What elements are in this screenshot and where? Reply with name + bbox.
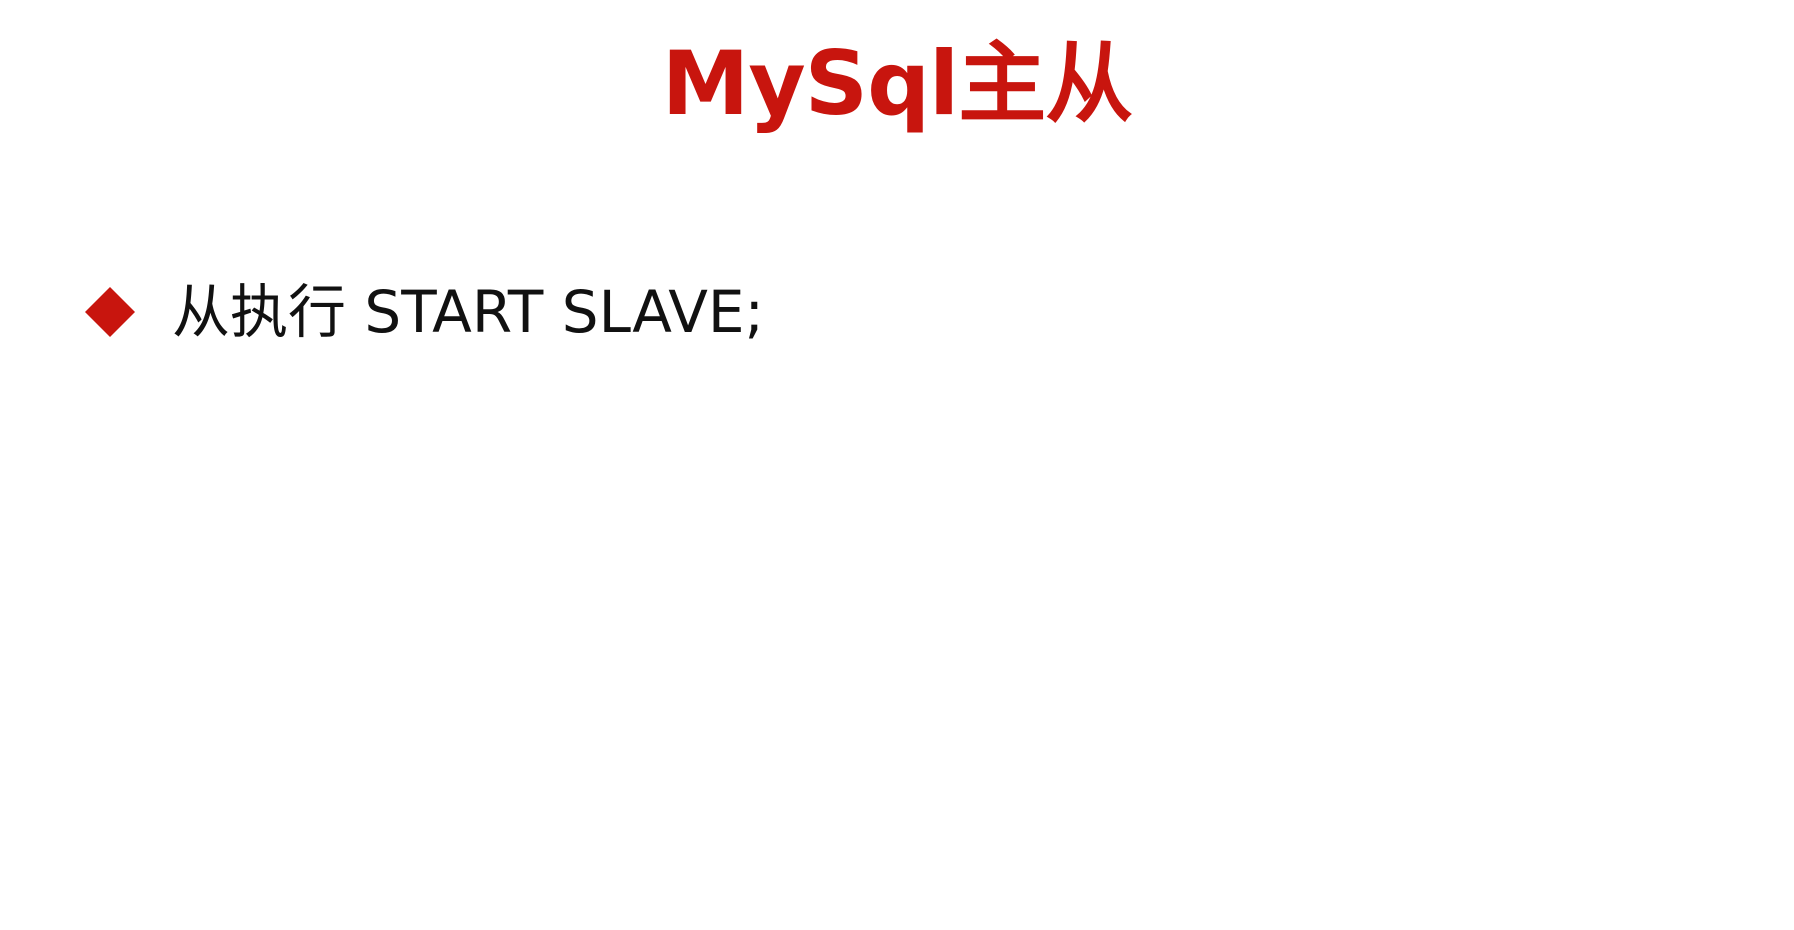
bullet-list: 从执行 START SLAVE; [84, 270, 764, 354]
slide: MySql主从 从执行 START SLAVE; [0, 0, 1794, 930]
bullet-text: 从执行 START SLAVE; [172, 278, 765, 346]
diamond-bullet-icon [84, 286, 136, 338]
list-item: 从执行 START SLAVE; [84, 270, 764, 354]
slide-title: MySql主从 [661, 32, 1133, 135]
